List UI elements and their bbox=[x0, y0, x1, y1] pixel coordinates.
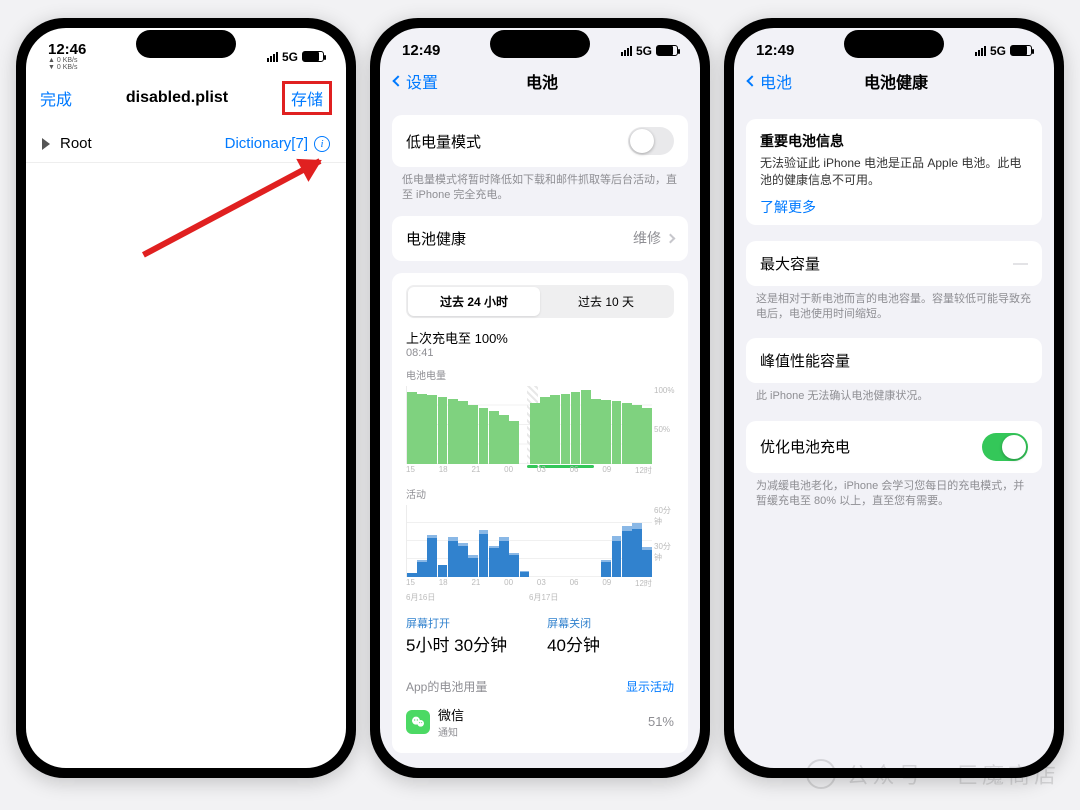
screen-2: 12:49 5G 设置 电池 低电量模式 低电量模式将暂时降低如下载和邮件抓取等… bbox=[380, 28, 700, 768]
peak-perf-note: 此 iPhone 无法确认电池健康状况。 bbox=[734, 383, 1054, 404]
battery-level-chart: 100%50% 1518210003060912时 bbox=[406, 386, 674, 476]
low-power-mode-cell[interactable]: 低电量模式 bbox=[392, 115, 688, 167]
max-capacity-group: 最大容量 — bbox=[746, 241, 1042, 286]
nav-title: disabled.plist bbox=[126, 89, 228, 107]
battery-icon bbox=[1010, 45, 1032, 56]
battery-level-label: 电池电量 bbox=[392, 359, 688, 384]
segment-10d[interactable]: 过去 10 天 bbox=[540, 287, 672, 316]
disclosure-triangle-icon[interactable] bbox=[42, 138, 50, 150]
max-capacity-value: — bbox=[1013, 255, 1028, 272]
important-info-group: 重要电池信息 无法验证此 iPhone 电池是正品 Apple 电池。此电池的健… bbox=[746, 119, 1042, 225]
watermark: 公众号 · 巨魔商店 bbox=[806, 758, 1060, 790]
activity-label: 活动 bbox=[392, 478, 688, 503]
battery-icon bbox=[656, 45, 678, 56]
low-power-group: 低电量模式 bbox=[392, 115, 688, 167]
chevron-left-icon bbox=[746, 75, 757, 86]
nav-bar: 电池 电池健康 bbox=[734, 63, 1054, 103]
nav-bar: 设置 电池 bbox=[380, 63, 700, 103]
save-button[interactable]: 存储 bbox=[282, 81, 332, 115]
nav-title: 电池 bbox=[526, 69, 558, 93]
screen-3: 12:49 5G 电池 电池健康 重要电池信息 无法验证此 iPhone 电池是… bbox=[734, 28, 1054, 768]
screen-on-value: 5小时 30分钟 bbox=[406, 631, 507, 656]
status-net-down: ▼ 0 KB/s bbox=[48, 64, 86, 71]
done-button[interactable]: 完成 bbox=[40, 86, 72, 110]
optimize-charge-cell[interactable]: 优化电池充电 bbox=[746, 421, 1042, 473]
activity-chart: 60分钟30分钟 1518210003060912时 6月16日6月17日 bbox=[406, 505, 674, 589]
phone-frame-1: 12:46 ▲ 0 KB/s ▼ 0 KB/s 5G 完成 disabled.p… bbox=[16, 18, 356, 778]
app-row-wechat[interactable]: 微信 通知 51% bbox=[392, 699, 688, 745]
low-power-note: 低电量模式将暂时降低如下载和邮件抓取等后台活动，直至 iPhone 完全充电。 bbox=[380, 167, 700, 204]
battery-health-label: 电池健康 bbox=[406, 228, 466, 249]
battery-health-cell[interactable]: 电池健康 维修 bbox=[392, 216, 688, 261]
status-net-up: ▲ 0 KB/s bbox=[48, 57, 86, 64]
screen-1: 12:46 ▲ 0 KB/s ▼ 0 KB/s 5G 完成 disabled.p… bbox=[26, 28, 346, 768]
optimize-charge-group: 优化电池充电 bbox=[746, 421, 1042, 473]
chevron-right-icon bbox=[666, 233, 676, 243]
nav-title: 电池健康 bbox=[864, 69, 928, 93]
optimize-charge-label: 优化电池充电 bbox=[760, 436, 850, 457]
usage-summary: 屏幕打开 5小时 30分钟 屏幕关闭 40分钟 bbox=[392, 607, 688, 668]
segment-24h[interactable]: 过去 24 小时 bbox=[408, 287, 540, 316]
status-time: 12:49 bbox=[402, 42, 440, 59]
peak-perf-label: 峰值性能容量 bbox=[760, 350, 850, 371]
app-name: 微信 bbox=[438, 705, 640, 724]
root-key-label: Root bbox=[60, 135, 92, 152]
important-body: 无法验证此 iPhone 电池是正品 Apple 电池。此电池的健康信息不可用。 bbox=[746, 155, 1042, 189]
optimize-charge-note: 为减缓电池老化，iPhone 会学习您每日的充电模式，并暂缓充电至 80% 以上… bbox=[734, 473, 1054, 510]
signal-icon bbox=[267, 52, 278, 62]
carrier-label: 5G bbox=[990, 44, 1006, 58]
wechat-icon bbox=[406, 710, 430, 734]
back-button[interactable]: 设置 bbox=[394, 69, 438, 93]
nav-bar: 完成 disabled.plist 存储 bbox=[26, 75, 346, 125]
important-title: 重要电池信息 bbox=[746, 119, 1042, 155]
screen-on-label: 屏幕打开 bbox=[406, 615, 507, 631]
low-power-label: 低电量模式 bbox=[406, 131, 481, 152]
chevron-left-icon bbox=[392, 75, 403, 86]
battery-health-group: 电池健康 维修 bbox=[392, 216, 688, 261]
max-capacity-note: 这是相对于新电池而言的电池容量。容量较低可能导致充电后，电池使用时间缩短。 bbox=[734, 286, 1054, 323]
carrier-label: 5G bbox=[282, 50, 298, 64]
app-usage-header: App的电池用量 bbox=[406, 678, 487, 695]
peak-perf-group: 峰值性能容量 bbox=[746, 338, 1042, 383]
max-capacity-label: 最大容量 bbox=[760, 253, 820, 274]
screen-off-value: 40分钟 bbox=[547, 631, 600, 656]
app-pct: 51% bbox=[648, 714, 674, 729]
dynamic-island bbox=[136, 30, 236, 58]
battery-usage-group: 过去 24 小时 过去 10 天 上次充电至 100% 08:41 电池电量 1… bbox=[392, 273, 688, 753]
battery-health-value: 维修 bbox=[633, 228, 661, 248]
last-charge-label: 上次充电至 100% bbox=[406, 328, 674, 347]
app-sub: 通知 bbox=[438, 724, 640, 739]
dynamic-island bbox=[844, 30, 944, 58]
screen-off-label: 屏幕关闭 bbox=[547, 615, 600, 631]
last-charge-time: 08:41 bbox=[406, 347, 674, 359]
root-type-value: Dictionary[7] bbox=[225, 135, 308, 152]
status-time: 12:49 bbox=[756, 42, 794, 59]
signal-icon bbox=[975, 46, 986, 56]
low-power-toggle[interactable] bbox=[628, 127, 674, 155]
carrier-label: 5G bbox=[636, 44, 652, 58]
phone-frame-2: 12:49 5G 设置 电池 低电量模式 低电量模式将暂时降低如下载和邮件抓取等… bbox=[370, 18, 710, 778]
signal-icon bbox=[621, 46, 632, 56]
battery-icon bbox=[302, 51, 324, 62]
optimize-charge-toggle[interactable] bbox=[982, 433, 1028, 461]
watermark-icon bbox=[806, 759, 836, 789]
annotation-arrow bbox=[142, 158, 321, 257]
dynamic-island bbox=[490, 30, 590, 58]
show-activity-button[interactable]: 显示活动 bbox=[626, 678, 674, 695]
back-button[interactable]: 电池 bbox=[748, 69, 792, 93]
learn-more-link[interactable]: 了解更多 bbox=[746, 189, 1042, 225]
status-time: 12:46 bbox=[48, 42, 86, 57]
phone-frame-3: 12:49 5G 电池 电池健康 重要电池信息 无法验证此 iPhone 电池是… bbox=[724, 18, 1064, 778]
time-range-segment[interactable]: 过去 24 小时 过去 10 天 bbox=[406, 285, 674, 318]
